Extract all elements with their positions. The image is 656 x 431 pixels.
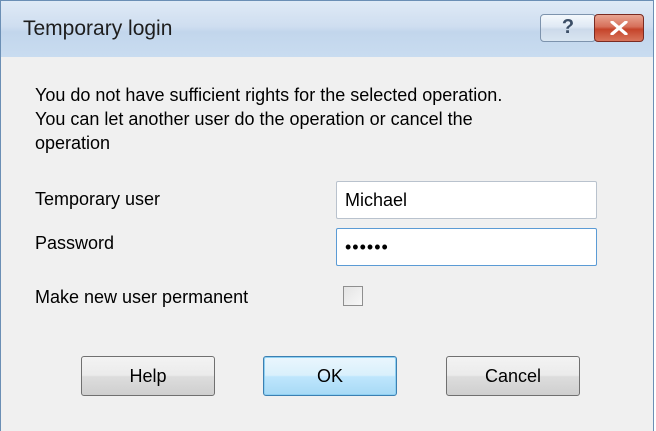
make-permanent-checkbox[interactable]: [343, 286, 363, 306]
message-line: operation: [35, 133, 111, 153]
close-icon: [610, 21, 628, 35]
message-line: You do not have sufficient rights for th…: [35, 85, 503, 105]
ok-button[interactable]: OK: [263, 356, 397, 396]
help-button[interactable]: Help: [81, 356, 215, 396]
window-title: Temporary login: [23, 17, 173, 40]
permission-message: You do not have sufficient rights for th…: [35, 83, 615, 155]
close-button[interactable]: [594, 14, 644, 42]
make-permanent-label: Make new user permanent: [35, 287, 249, 307]
temporary-user-input[interactable]: [345, 188, 585, 212]
password-input[interactable]: [345, 235, 585, 259]
title-bar[interactable]: Temporary login ?: [1, 1, 653, 57]
question-mark-icon: ?: [561, 16, 575, 38]
dialog-body: You do not have sufficient rights for th…: [1, 57, 653, 431]
password-field[interactable]: [336, 228, 597, 266]
temporary-user-label: Temporary user: [35, 189, 161, 209]
message-line: You can let another user do the operatio…: [35, 109, 473, 129]
temporary-user-field[interactable]: [336, 181, 597, 219]
title-help-button[interactable]: ?: [540, 14, 596, 42]
cancel-button[interactable]: Cancel: [446, 356, 580, 396]
temporary-login-dialog: Temporary login ? You do not have suffic…: [0, 0, 654, 431]
password-label: Password: [35, 233, 115, 253]
